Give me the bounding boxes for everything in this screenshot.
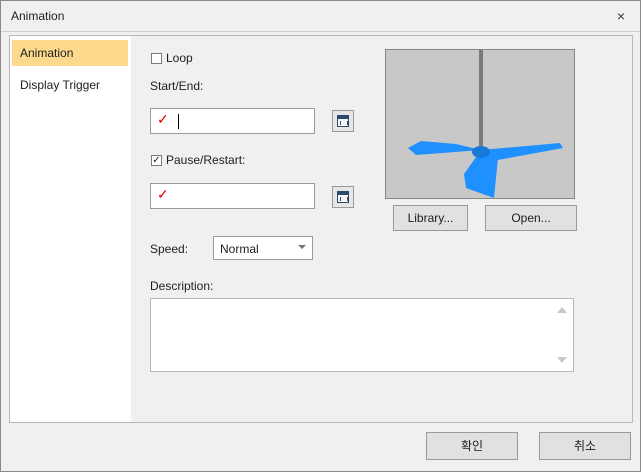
pause-restart-label: Pause/Restart: bbox=[166, 153, 246, 167]
fan-hub bbox=[472, 146, 490, 158]
description-textarea[interactable] bbox=[150, 298, 574, 372]
sidebar: Animation Display Trigger bbox=[9, 35, 133, 423]
pause-restart-input[interactable]: ✓ bbox=[150, 183, 315, 209]
title-bar: Animation × bbox=[1, 1, 640, 32]
open-button[interactable]: Open... bbox=[485, 205, 577, 231]
sidebar-item-display-trigger[interactable]: Display Trigger bbox=[12, 72, 128, 98]
text-caret bbox=[178, 114, 179, 129]
calendar-icon bbox=[337, 115, 349, 127]
start-end-label: Start/End: bbox=[150, 79, 204, 93]
animation-preview bbox=[385, 49, 575, 199]
close-icon[interactable]: × bbox=[612, 7, 630, 25]
pause-restart-checkbox[interactable]: ✓ bbox=[151, 155, 162, 166]
description-label: Description: bbox=[150, 279, 214, 293]
start-end-input[interactable]: ✓ bbox=[150, 108, 315, 134]
red-check-icon: ✓ bbox=[157, 186, 169, 202]
window-title: Animation bbox=[11, 9, 65, 23]
ok-button[interactable]: 확인 bbox=[426, 432, 518, 460]
cancel-button[interactable]: 취소 bbox=[539, 432, 631, 460]
scroll-down-icon[interactable] bbox=[557, 357, 567, 363]
start-end-calendar-button[interactable] bbox=[332, 110, 354, 132]
speed-select[interactable]: Normal bbox=[213, 236, 313, 260]
red-check-icon: ✓ bbox=[157, 111, 169, 127]
pause-restart-calendar-button[interactable] bbox=[332, 186, 354, 208]
sidebar-item-animation[interactable]: Animation bbox=[12, 40, 128, 66]
chevron-down-icon[interactable] bbox=[298, 245, 306, 249]
loop-checkbox[interactable] bbox=[151, 53, 162, 64]
animation-dialog: Animation × Animation Display Trigger Lo… bbox=[0, 0, 641, 472]
fan-image bbox=[386, 50, 574, 198]
speed-label: Speed: bbox=[150, 242, 189, 256]
calendar-icon bbox=[337, 191, 349, 203]
speed-value: Normal bbox=[220, 242, 259, 256]
library-button[interactable]: Library... bbox=[393, 205, 468, 231]
scroll-up-icon[interactable] bbox=[557, 307, 567, 313]
loop-label: Loop bbox=[166, 51, 193, 65]
main-panel: Loop Start/End: ✓ ✓ Pause/Restart: ✓ Spe… bbox=[131, 35, 633, 423]
